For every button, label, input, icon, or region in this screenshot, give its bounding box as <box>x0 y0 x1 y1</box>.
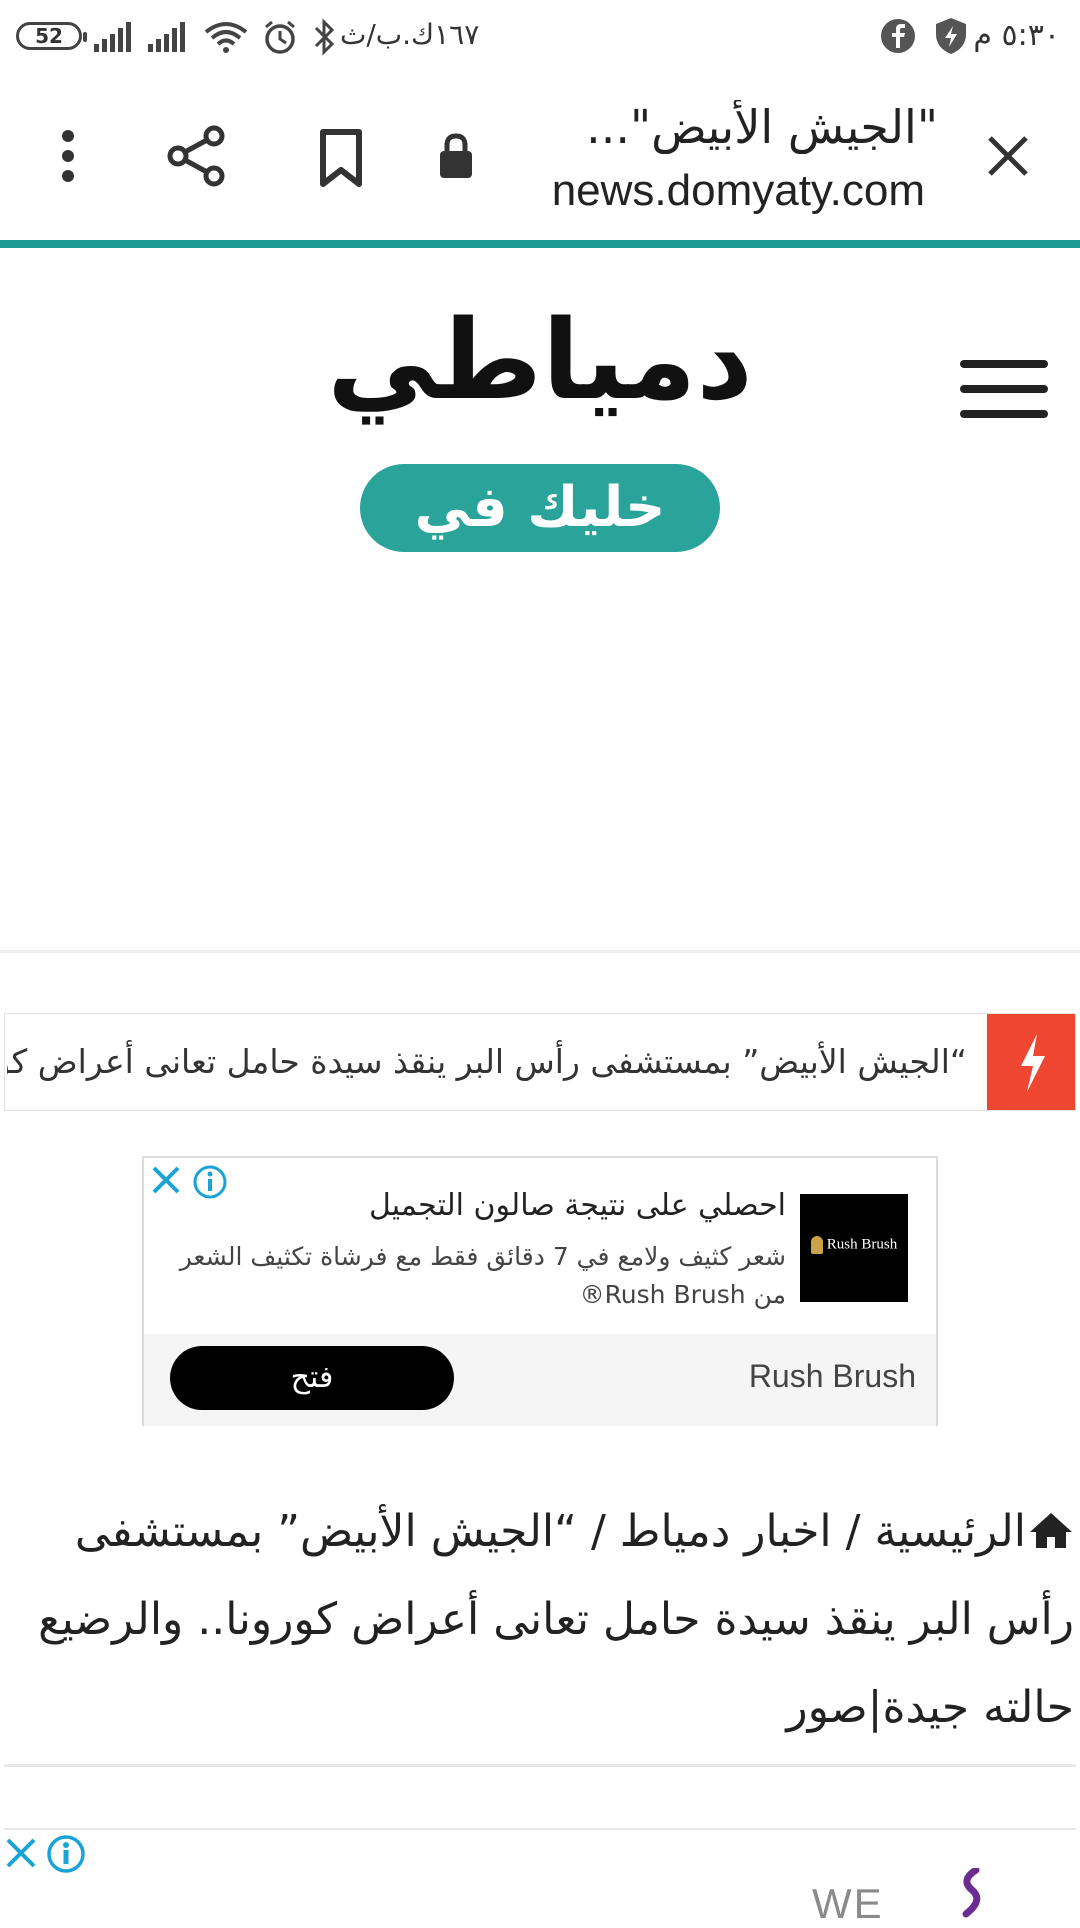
bluetooth-icon <box>314 18 335 56</box>
ad-logo-text: Rush Brush <box>826 1236 898 1253</box>
ad-open-button[interactable]: فتح <box>170 1346 454 1410</box>
shield-icon <box>936 18 966 54</box>
bookmark-icon[interactable] <box>318 128 364 188</box>
alarm-icon <box>265 20 295 54</box>
ticker-headline[interactable]: “الجيش الأبيض” بمستشفى رأس البر ينقذ سيد… <box>7 1014 967 1110</box>
lock-icon[interactable] <box>438 132 474 180</box>
breadcrumb-category[interactable]: اخبار دمياط <box>620 1506 832 1557</box>
ad-close-icon[interactable] <box>150 1164 182 1196</box>
ad-info-icon[interactable] <box>46 1834 86 1874</box>
hamburger-menu-icon[interactable] <box>960 360 1048 426</box>
clock: ٥:٣٠ م <box>973 18 1060 53</box>
lightning-icon <box>987 1014 1075 1110</box>
ad-footer: فتح Rush Brush <box>144 1334 936 1426</box>
battery-indicator: 52 <box>16 22 87 50</box>
breadcrumb-home[interactable]: الرئيسية <box>874 1506 1026 1557</box>
breadcrumb-separator-2: / <box>576 1506 620 1557</box>
ad-headline[interactable]: احصلي على نتيجة صالون التجميل <box>186 1188 786 1223</box>
we-logo-icon[interactable] <box>950 1868 990 1920</box>
ad-brand-logo[interactable]: Rush Brush <box>800 1194 908 1302</box>
brush-icon <box>810 1236 823 1254</box>
divider <box>0 950 1080 953</box>
ad-body: شعر كثيف ولامع في 7 دقائق فقط مع فرشاة ت… <box>179 1242 786 1309</box>
status-bar: 52 ١٦٧ك.ب/ث ٥:٣٠ م <box>0 0 1080 72</box>
site-logo[interactable]: دمياطي <box>300 300 780 420</box>
ad-brand-name[interactable]: WE <box>812 1880 884 1928</box>
page-url[interactable]: news.domyaty.com <box>552 166 925 216</box>
network-speed: ١٦٧ك.ب/ث <box>340 18 480 51</box>
signal-icon-2 <box>148 22 185 52</box>
ad-banner[interactable]: Rush Brush احصلي على نتيجة صالون التجميل… <box>142 1156 938 1426</box>
breadcrumb: الرئيسية / اخبار دمياط / “الجيش الأبيض” … <box>24 1488 1074 1752</box>
breaking-news-ticker[interactable]: “الجيش الأبيض” بمستشفى رأس البر ينقذ سيد… <box>4 1013 1076 1111</box>
page-title[interactable]: "الجيش الأبيض"... <box>518 100 938 154</box>
divider <box>4 1828 1076 1830</box>
wifi-icon <box>204 22 248 53</box>
close-icon[interactable] <box>986 134 1030 178</box>
toolbar-accent-line <box>0 240 1080 248</box>
site-logo-tagline: خليك في البيت <box>414 475 666 620</box>
divider <box>4 1764 1076 1767</box>
battery-level: 52 <box>35 24 63 48</box>
more-options-icon[interactable] <box>56 128 80 184</box>
ad-advertiser: Rush Brush <box>748 1358 916 1394</box>
share-icon[interactable] <box>166 124 228 188</box>
signal-icon <box>94 22 131 52</box>
facebook-icon <box>881 19 915 53</box>
home-icon[interactable] <box>1028 1510 1074 1550</box>
breadcrumb-separator: / <box>831 1506 875 1557</box>
ad-close-icon[interactable] <box>4 1836 38 1870</box>
